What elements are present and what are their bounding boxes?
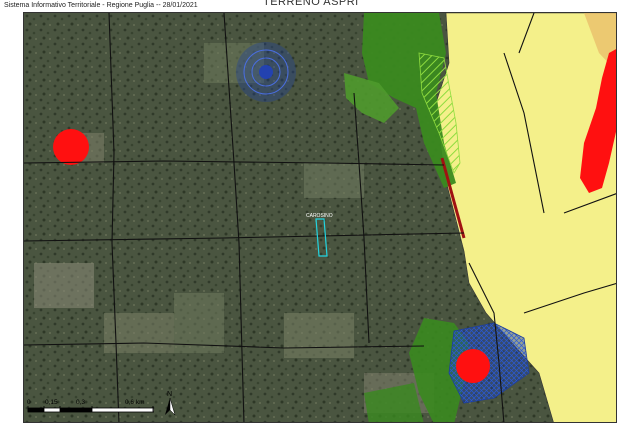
red-marker-west[interactable] bbox=[53, 129, 89, 165]
scale-label-3: 0,6 km bbox=[125, 399, 145, 406]
source-caption: Sistema Informativo Territoriale - Regio… bbox=[4, 2, 198, 9]
scale-label-0: 0 bbox=[27, 399, 31, 406]
north-label: N bbox=[167, 391, 172, 398]
map-svg: CAROSINO bbox=[24, 13, 616, 422]
parcel-label: CAROSINO bbox=[306, 213, 333, 219]
zone-blue-circle[interactable] bbox=[236, 42, 296, 102]
north-arrow-icon: N bbox=[162, 388, 178, 418]
scale-label-2: 0,3 bbox=[76, 399, 86, 406]
scale-label-1: 0,15 bbox=[45, 399, 58, 406]
map-title: TERRENO ASPRI bbox=[263, 0, 359, 8]
red-marker-south[interactable] bbox=[456, 349, 490, 383]
scale-bar: 0 0,15 0,3 0,6 km bbox=[26, 396, 155, 418]
map-canvas[interactable]: CAROSINO bbox=[23, 12, 617, 423]
